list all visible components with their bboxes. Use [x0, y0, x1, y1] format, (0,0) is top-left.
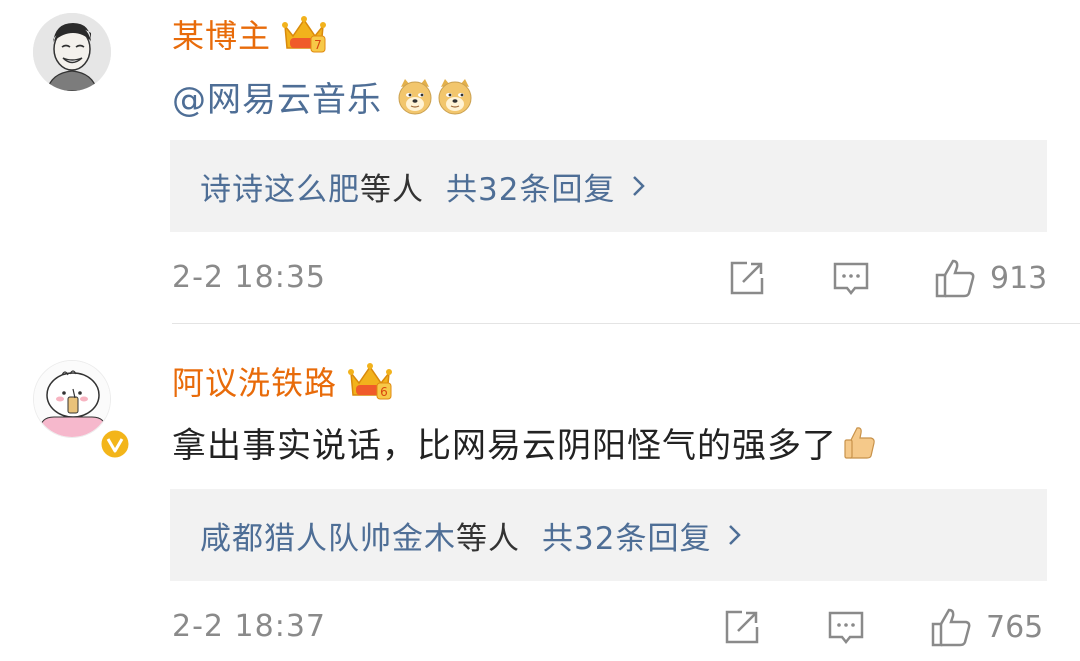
author-name[interactable]: 某博主 [172, 11, 271, 57]
share-button[interactable] [722, 607, 762, 647]
chevron-right-icon [633, 176, 646, 196]
like-button[interactable]: 765 [930, 607, 1043, 647]
comment-item: 某博主 7 @网易云音乐 诗诗这么肥 等人 共32条回复 2-2 18:35 9… [0, 0, 1080, 322]
like-count: 913 [990, 260, 1048, 296]
verified-badge-icon [98, 427, 132, 461]
comment-button[interactable] [831, 258, 871, 298]
crown-badge-icon: 6 [348, 363, 393, 400]
svg-text:7: 7 [314, 38, 322, 52]
thumbs-up-icon [931, 608, 971, 647]
comment-text: 拿出事实说话，比网易云阴阳怪气的强多了 [172, 418, 879, 466]
share-icon [730, 261, 764, 295]
comment-body: 拿出事实说话，比网易云阴阳怪气的强多了 [172, 425, 837, 466]
timestamp: 2-2 18:35 [172, 260, 326, 295]
reply-preview[interactable]: 咸都猎人队帅金木 等人 共32条回复 [170, 489, 1047, 581]
comment-meta: 2-2 18:35 913 [172, 258, 1047, 298]
svg-text:6: 6 [380, 385, 388, 399]
crown-badge-icon: 7 [282, 16, 327, 53]
comment-text: @网易云音乐 [172, 72, 474, 120]
author-row: 阿议洗铁路 6 [172, 359, 393, 403]
author-row: 某博主 7 [172, 12, 327, 56]
comment-button[interactable] [826, 607, 866, 647]
like-count: 765 [986, 609, 1044, 645]
comment-icon [833, 262, 869, 296]
timestamp: 2-2 18:37 [172, 609, 326, 644]
reply-user-names[interactable]: 诗诗这么肥 [200, 164, 360, 209]
reply-suffix: 等人 [360, 171, 424, 208]
comment-icon [828, 611, 864, 645]
like-button[interactable]: 913 [934, 258, 1047, 298]
comment-meta: 2-2 18:37 765 [172, 607, 1047, 647]
reply-count[interactable]: 共32条回复 [542, 513, 711, 558]
avatar[interactable] [33, 13, 111, 91]
reply-suffix: 等人 [456, 520, 520, 557]
comment-item: 阿议洗铁路 6 拿出事实说话，比网易云阴阳怪气的强多了 咸都猎人队帅金木 等人 … [0, 324, 1080, 661]
reply-user-names[interactable]: 咸都猎人队帅金木 [200, 513, 456, 558]
chevron-right-icon [729, 525, 742, 545]
reply-preview[interactable]: 诗诗这么肥 等人 共32条回复 [170, 140, 1047, 232]
doge-emoji-icon [438, 79, 472, 115]
thumbs-up-icon [935, 259, 975, 298]
doge-emoji-icon [398, 79, 432, 115]
mention-link[interactable]: @网易云音乐 [172, 72, 382, 121]
thumbs-up-emoji-icon [844, 427, 875, 459]
share-button[interactable] [727, 258, 767, 298]
reply-count[interactable]: 共32条回复 [446, 164, 615, 209]
author-name[interactable]: 阿议洗铁路 [172, 358, 337, 404]
share-icon [725, 610, 759, 644]
